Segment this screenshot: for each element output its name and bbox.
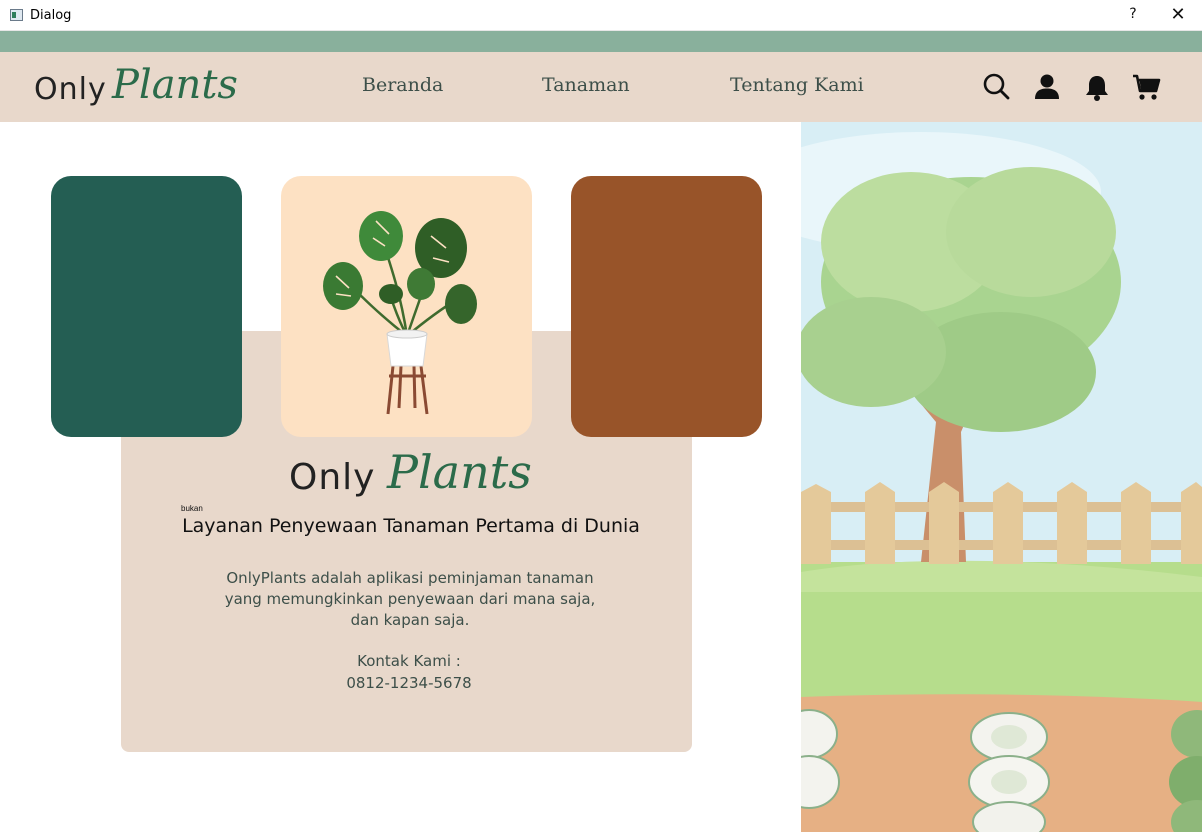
nav-link-tanaman[interactable]: Tanaman: [542, 74, 630, 96]
brand-logo[interactable]: Only Plants: [34, 62, 238, 112]
brand-name-plants: Plants: [112, 62, 238, 108]
hero-logo: Only Plants: [289, 445, 532, 507]
contact-phone: 0812-1234-5678: [346, 674, 472, 692]
window-title: Dialog: [30, 8, 72, 23]
accent-strip: [0, 31, 1202, 52]
hero-logo-only: Only: [289, 457, 376, 498]
user-icon[interactable]: [1032, 72, 1062, 102]
close-button[interactable]: ✕: [1160, 4, 1196, 28]
hero-description: OnlyPlants adalah aplikasi peminjaman ta…: [224, 569, 596, 629]
search-icon[interactable]: [982, 72, 1012, 102]
small-note: bukan: [181, 504, 203, 513]
bell-icon[interactable]: [1082, 72, 1112, 102]
promo-card-green[interactable]: [51, 176, 242, 437]
nav-link-beranda[interactable]: Beranda: [362, 74, 443, 96]
help-button[interactable]: ?: [1124, 6, 1142, 26]
nav-link-tentang-kami[interactable]: Tentang Kami: [730, 74, 864, 96]
window-titlebar: Dialog ? ✕: [0, 0, 1202, 31]
app-window-icon: [10, 9, 23, 21]
navbar: Only Plants Beranda Tanaman Tentang Kami: [0, 52, 1202, 122]
promo-card-brown[interactable]: [571, 176, 762, 437]
plant-card[interactable]: [281, 176, 532, 437]
garden-illustration: [801, 122, 1202, 832]
monstera-plant-image: [323, 211, 477, 415]
hero-logo-plants: Plants: [387, 445, 532, 499]
cart-icon[interactable]: [1131, 72, 1161, 102]
hero-headline: Layanan Penyewaan Tanaman Pertama di Dun…: [182, 515, 640, 537]
contact-label: Kontak Kami :: [357, 652, 461, 670]
brand-name-only: Only: [34, 72, 107, 107]
